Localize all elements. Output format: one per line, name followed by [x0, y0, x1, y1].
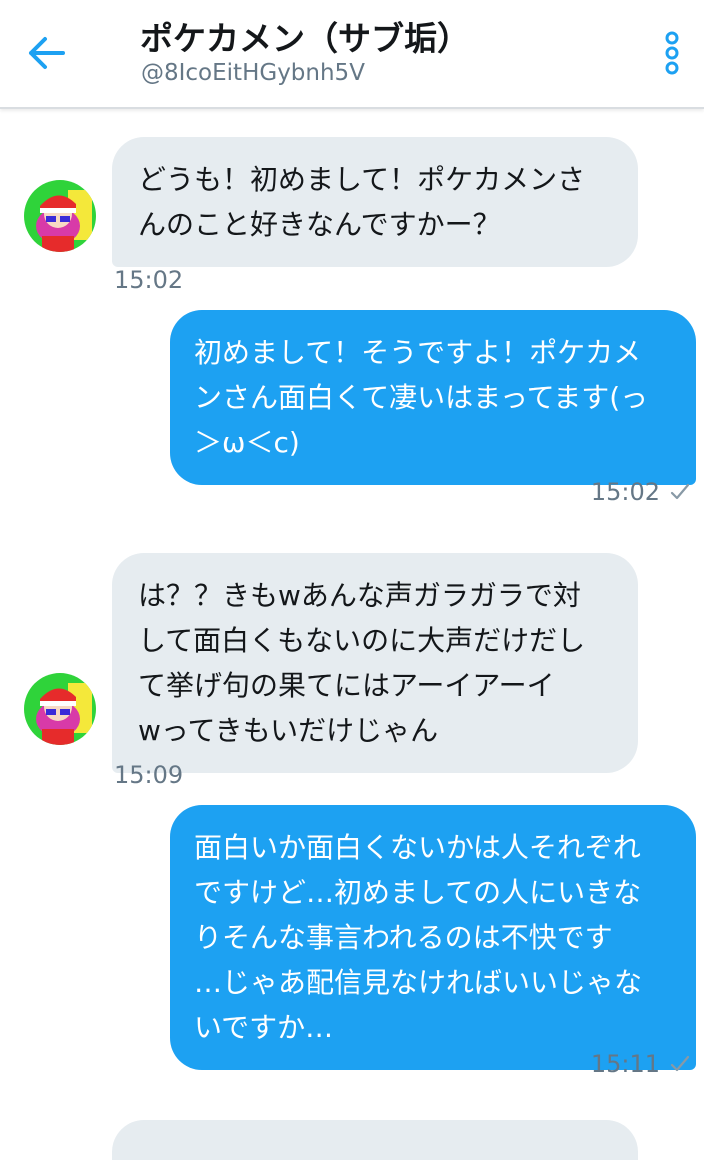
message-bubble[interactable]: は？？きもwあんな声ガラガラで対 して面白くもないのに大声だけだし て挙げ句の果… — [112, 553, 638, 773]
message-timestamp: 15:09 — [114, 761, 184, 789]
message-text-line: 初めまして！そうですよ！ポケカメ — [194, 336, 642, 369]
avatar[interactable] — [24, 673, 96, 745]
arrow-left-icon — [29, 37, 65, 69]
message-bubble-partial[interactable] — [112, 1120, 638, 1160]
message-text-line: ンさん面白くて凄いはまってます(っ — [194, 381, 649, 414]
message-text-line: どうも！初めまして！ポケカメンさ — [138, 163, 586, 196]
message-text-line: ですけど…初めましての人にいきな — [194, 876, 642, 909]
conversation-title: ポケカメン（サブ垢） — [140, 19, 470, 58]
message-bubble[interactable]: 初めまして！そうですよ！ポケカメ ンさん面白くて凄いはまってます(っ ＞ω＜c) — [170, 310, 696, 485]
message-bubble[interactable]: どうも！初めまして！ポケカメンさ んのこと好きなんですかー？ — [112, 137, 638, 267]
message-text-line: して面白くもないのに大声だけだし — [138, 624, 586, 657]
checkmark-icon — [670, 483, 690, 501]
message-text-line: は？？きもwあんな声ガラガラで対 — [138, 579, 581, 612]
message-meta: 15:11 — [591, 1050, 690, 1078]
conversation-handle: @8IcoEitHGybnh5V — [141, 60, 365, 86]
more-options-button[interactable] — [652, 28, 692, 78]
message-timestamp: 15:02 — [590, 478, 660, 506]
message-text-line: 面白いか面白くないかは人それぞれ — [194, 831, 641, 864]
message-text-line: いですか… — [194, 1011, 334, 1044]
message-meta: 15:02 — [591, 478, 690, 506]
message-text-line: んのこと好きなんですかー？ — [138, 208, 501, 241]
message-text-line: て挙げ句の果てにはアーイアーイ — [138, 669, 555, 702]
message-text-line: りそんな事言われるのは不快です — [194, 921, 613, 954]
checkmark-icon — [670, 1055, 690, 1073]
conversation-header: ポケカメン（サブ垢） @8IcoEitHGybnh5V — [0, 0, 704, 109]
more-vertical-icon — [665, 31, 679, 75]
message-bubble[interactable]: 面白いか面白くないかは人それぞれ ですけど…初めましての人にいきな りそんな事言… — [170, 805, 696, 1070]
back-button[interactable] — [22, 28, 72, 78]
message-text-line: …じゃあ配信見なければいいじゃな — [194, 966, 643, 999]
message-text-line: wってきもいだけじゃん — [138, 714, 439, 747]
avatar[interactable] — [24, 180, 96, 252]
message-timestamp: 15:02 — [114, 266, 184, 294]
message-text-line: ＞ω＜c) — [194, 426, 300, 459]
message-timestamp: 15:11 — [590, 1050, 660, 1078]
